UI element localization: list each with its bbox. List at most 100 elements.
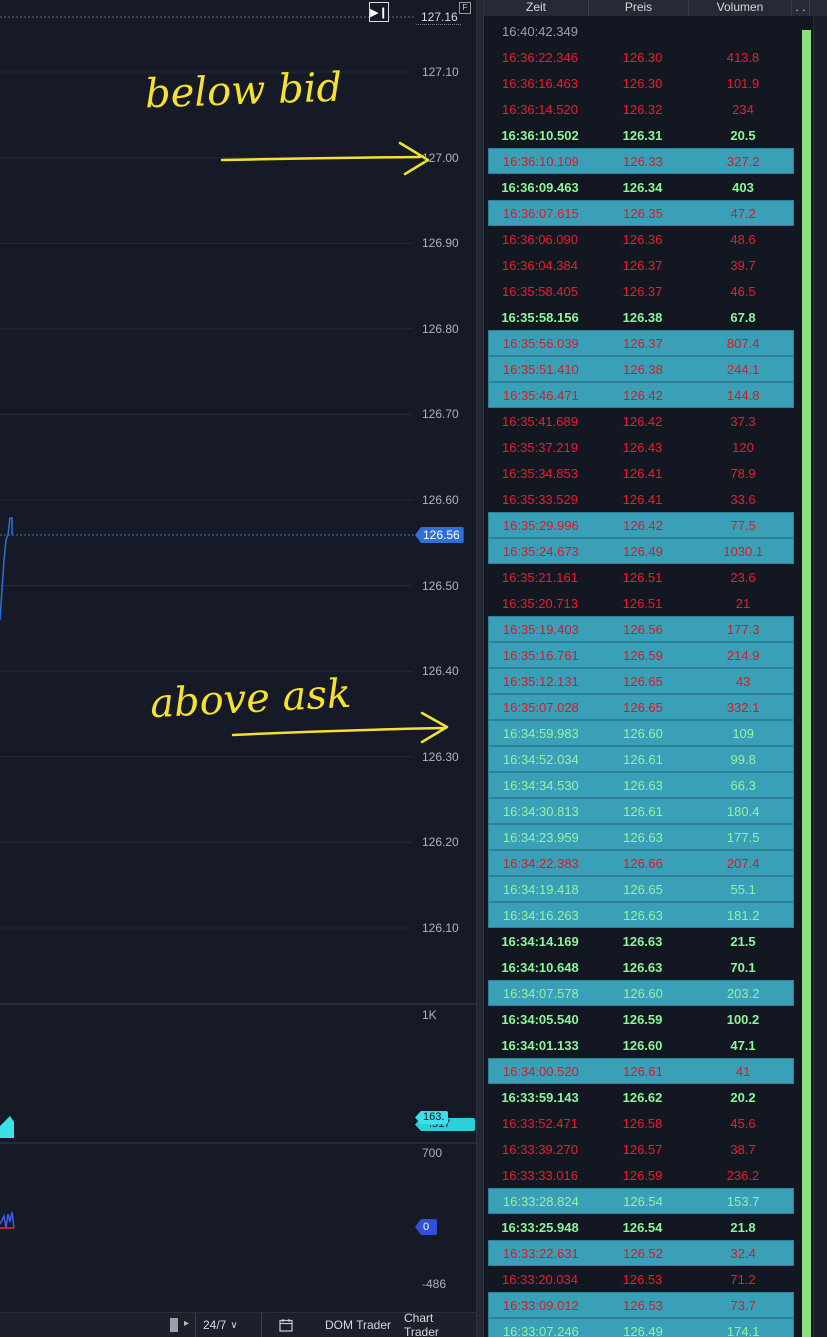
trade-row[interactable]: 16:35:51.410 126.38 244.1 — [488, 356, 794, 382]
trade-row[interactable]: 16:36:09.463 126.34 403 — [488, 174, 794, 200]
trade-row[interactable]: 16:34:05.540 126.59 100.2 — [488, 1006, 794, 1032]
trade-volume: 21.8 — [730, 1219, 756, 1235]
trade-row[interactable]: 16:35:34.853 126.41 78.9 — [488, 460, 794, 486]
trade-row[interactable]: 16:33:07.246 126.49 174.1 — [488, 1318, 794, 1337]
trade-volume: 70.1 — [730, 959, 756, 975]
trade-price: 126.35 — [623, 205, 663, 221]
trade-time: 16:35:34.853 — [502, 465, 578, 481]
skip-to-end-button[interactable]: ▶❙ — [369, 2, 389, 22]
trade-row[interactable]: 16:35:37.219 126.43 120 — [488, 434, 794, 460]
trade-row[interactable]: 16:34:19.418 126.65 55.1 — [488, 876, 794, 902]
trade-volume: 38.7 — [730, 1141, 756, 1157]
trade-row[interactable]: 16:36:07.615 126.35 47.2 — [488, 200, 794, 226]
trade-row[interactable]: 16:35:20.713 126.51 21 — [488, 590, 794, 616]
trade-row[interactable]: 16:34:34.530 126.63 66.3 — [488, 772, 794, 798]
trade-row[interactable]: 16:35:33.529 126.41 33.6 — [488, 486, 794, 512]
trade-row[interactable]: 16:34:59.983 126.60 109 — [488, 720, 794, 746]
trade-price: 126.54 — [623, 1193, 663, 1209]
chart-canvas[interactable] — [0, 0, 476, 1337]
session-dropdown[interactable]: 24/7 ∨ — [195, 1312, 245, 1337]
trade-price: 126.54 — [622, 1219, 663, 1235]
trade-row[interactable]: 16:35:46.471 126.42 144.8 — [488, 382, 794, 408]
trade-row[interactable]: 16:36:14.520 126.32 234 — [488, 96, 794, 122]
trade-row[interactable]: 16:33:20.034 126.53 71.2 — [488, 1266, 794, 1292]
trade-row[interactable]: 16:36:22.346 126.30 413.8 — [488, 44, 794, 70]
trade-volume: 177.3 — [726, 621, 760, 637]
chart-panel[interactable]: ▶❙ F 127.10 127.00 126.90 126.80 126.70 126.6… — [0, 0, 476, 1337]
trade-volume: 214.9 — [726, 647, 760, 663]
dom-trader-button[interactable]: DOM Trader — [318, 1313, 398, 1337]
vertical-scrollbar[interactable] — [813, 16, 827, 1337]
trade-row[interactable]: 16:35:58.156 126.38 67.8 — [488, 304, 794, 330]
trade-row[interactable]: 16:35:21.161 126.51 23.6 — [488, 564, 794, 590]
trade-time: 16:35:58.405 — [502, 283, 578, 299]
trade-time: 16:36:04.384 — [502, 257, 578, 273]
chart-trader-button[interactable]: Chart Trader — [397, 1311, 476, 1337]
trade-row[interactable]: 16:35:24.673 126.49 1030.1 — [488, 538, 794, 564]
trade-price: 126.41 — [622, 491, 663, 507]
scroll-right-icon[interactable]: ▸ — [184, 1318, 189, 1329]
trade-row[interactable]: 16:34:30.813 126.61 180.4 — [488, 798, 794, 824]
price-axis-label: 126.50 — [422, 578, 459, 593]
trade-time: 16:35:37.219 — [502, 439, 578, 455]
trade-volume: 73.7 — [730, 1297, 756, 1313]
column-header-more[interactable]: . . — [792, 0, 810, 16]
trade-volume: 33.6 — [730, 491, 756, 507]
panel-splitter[interactable] — [476, 0, 484, 1337]
trade-time: 16:34:23.959 — [502, 829, 579, 845]
trade-row[interactable]: 16:33:28.824 126.54 153.7 — [488, 1188, 794, 1214]
horizontal-scrollbar-thumb[interactable] — [170, 1318, 178, 1332]
trade-price: 126.61 — [623, 751, 663, 767]
trade-row[interactable]: 16:34:16.263 126.63 181.2 — [488, 902, 794, 928]
trade-price: 126.30 — [622, 49, 663, 65]
trade-volume: 66.3 — [730, 777, 756, 793]
trade-row[interactable]: 16:36:06.090 126.36 48.6 — [488, 226, 794, 252]
price-axis-label: 126.30 — [422, 749, 459, 764]
trade-row[interactable]: 16:33:52.471 126.58 45.6 — [488, 1110, 794, 1136]
trade-time: 16:34:10.648 — [501, 959, 579, 975]
trade-row[interactable]: 16:33:22.631 126.52 32.4 — [488, 1240, 794, 1266]
trade-row[interactable]: 16:36:10.502 126.31 20.5 — [488, 122, 794, 148]
trade-row[interactable]: 16:34:23.959 126.63 177.5 — [488, 824, 794, 850]
trade-row[interactable]: 16:35:41.689 126.42 37.3 — [488, 408, 794, 434]
trade-row[interactable]: 16:35:29.996 126.42 77.5 — [488, 512, 794, 538]
trade-row[interactable]: 16:33:59.143 126.62 20.2 — [488, 1084, 794, 1110]
trade-row[interactable]: 16:33:09.012 126.53 73.7 — [488, 1292, 794, 1318]
trade-time: 16:34:05.540 — [501, 1011, 579, 1027]
trade-row[interactable]: 16:35:56.039 126.37 807.4 — [488, 330, 794, 356]
trade-row[interactable]: 16:34:10.648 126.63 70.1 — [488, 954, 794, 980]
trade-row[interactable]: 16:35:07.028 126.65 332.1 — [488, 694, 794, 720]
trade-row[interactable]: 16:40:42.349 — [488, 18, 794, 44]
trade-row[interactable]: 16:33:25.948 126.54 21.8 — [488, 1214, 794, 1240]
trade-volume: 37.3 — [730, 413, 756, 429]
column-header-volume[interactable]: Volumen — [689, 0, 792, 16]
trade-row[interactable]: 16:36:16.463 126.30 101.9 — [488, 70, 794, 96]
trade-row[interactable]: 16:34:22.383 126.66 207.4 — [488, 850, 794, 876]
price-axis-label: 126.90 — [422, 236, 459, 251]
trade-price: 126.60 — [622, 1037, 663, 1053]
price-axis-label: 126.10 — [422, 921, 459, 935]
trade-row[interactable]: 16:36:10.109 126.33 327.2 — [488, 148, 794, 174]
trade-row[interactable]: 16:34:00.520 126.61 41 — [488, 1058, 794, 1084]
column-header-price[interactable]: Preis — [589, 0, 689, 16]
trade-time: 16:35:58.156 — [501, 309, 579, 325]
trade-row[interactable]: 16:34:07.578 126.60 203.2 — [488, 980, 794, 1006]
trade-row[interactable]: 16:34:14.169 126.63 21.5 — [488, 928, 794, 954]
trade-row[interactable]: 16:35:16.761 126.59 214.9 — [488, 642, 794, 668]
trade-price: 126.30 — [622, 75, 663, 91]
trade-time: 16:35:29.996 — [502, 517, 579, 533]
trade-row[interactable]: 16:34:01.133 126.60 47.1 — [488, 1032, 794, 1058]
trade-row[interactable]: 16:35:19.403 126.56 177.3 — [488, 616, 794, 642]
trade-row[interactable]: 16:34:52.034 126.61 99.8 — [488, 746, 794, 772]
trade-row[interactable]: 16:33:39.270 126.57 38.7 — [488, 1136, 794, 1162]
trade-row[interactable]: 16:35:58.405 126.37 46.5 — [488, 278, 794, 304]
trade-time: 16:35:56.039 — [502, 335, 579, 351]
trade-time: 16:33:33.016 — [502, 1167, 578, 1183]
trade-row[interactable]: 16:36:04.384 126.37 39.7 — [488, 252, 794, 278]
trade-row[interactable]: 16:35:12.131 126.65 43 — [488, 668, 794, 694]
trade-time: 16:34:34.530 — [502, 777, 579, 793]
calendar-button[interactable] — [261, 1312, 309, 1337]
column-header-time[interactable]: Zeit — [484, 0, 589, 16]
trade-price: 126.42 — [623, 517, 663, 533]
trade-row[interactable]: 16:33:33.016 126.59 236.2 — [488, 1162, 794, 1188]
